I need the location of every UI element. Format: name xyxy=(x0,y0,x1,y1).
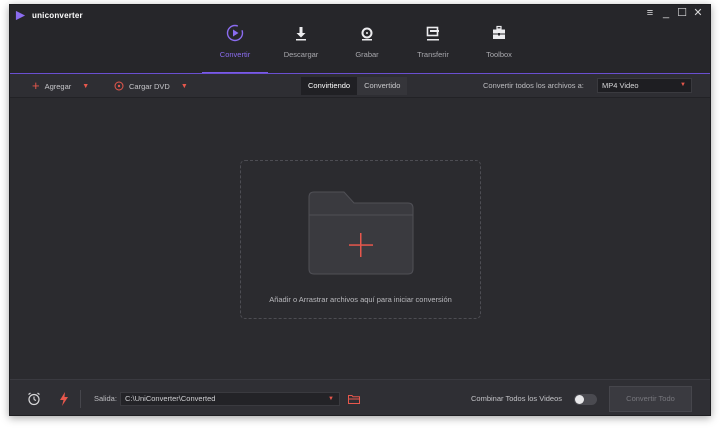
chevron-down-icon[interactable]: ▼ xyxy=(181,83,188,90)
window-controls: ≡ _ ☐ ✕ xyxy=(644,7,704,19)
burn-disc-icon xyxy=(357,23,377,43)
tab-converted[interactable]: Convertido xyxy=(357,77,408,95)
minimize-icon[interactable]: _ xyxy=(660,7,672,19)
output-format-select[interactable]: MP4 Video ▼ xyxy=(597,78,692,93)
lightning-icon[interactable] xyxy=(56,391,72,407)
drop-zone[interactable]: Añadir o Arrastrar archivos aquí para in… xyxy=(240,160,481,319)
alarm-clock-icon[interactable] xyxy=(26,391,42,407)
download-icon xyxy=(291,23,311,43)
nav-label: Grabar xyxy=(355,50,379,59)
merge-videos-toggle[interactable] xyxy=(574,394,597,405)
tab-converting[interactable]: Convirtiendo xyxy=(301,77,358,95)
convert-all-label: Convertir todos los archivos a: xyxy=(483,81,584,90)
file-list-area: Añadir o Arrastrar archivos aquí para in… xyxy=(10,99,710,379)
title-nav-bar: uniconverter ≡ _ ☐ ✕ Convertir Descargar… xyxy=(10,5,710,74)
toolbar: + Agregar ▼ Cargar DVD ▼ Convirtiendo Co… xyxy=(10,74,710,98)
app-name: uniconverter xyxy=(32,11,83,20)
main-nav: Convertir Descargar Grabar Transferir To… xyxy=(202,23,532,74)
load-dvd-button[interactable]: Cargar DVD ▼ xyxy=(114,74,188,98)
convert-icon xyxy=(225,23,245,43)
nav-item-convertir[interactable]: Convertir xyxy=(202,23,268,74)
add-folder-icon[interactable] xyxy=(308,191,414,275)
add-files-button[interactable]: + Agregar ▼ xyxy=(32,74,89,98)
convert-all-button[interactable]: Convertir Todo xyxy=(609,386,692,412)
nav-label: Descargar xyxy=(283,50,319,59)
open-folder-icon[interactable] xyxy=(346,391,362,407)
menu-icon[interactable]: ≡ xyxy=(644,7,656,19)
nav-label: Toolbox xyxy=(486,50,512,59)
output-path-select[interactable]: C:\UniConverter\Converted ▼ xyxy=(120,392,340,406)
nav-item-toolbox[interactable]: Toolbox xyxy=(466,23,532,73)
merge-videos-label: Combinar Todos los Videos xyxy=(471,394,563,403)
brand: uniconverter xyxy=(15,10,83,21)
footer-separator xyxy=(80,390,81,408)
maximize-icon[interactable]: ☐ xyxy=(676,7,688,19)
chevron-down-icon: ▼ xyxy=(680,82,686,88)
toolbox-icon xyxy=(489,23,509,43)
nav-item-transferir[interactable]: Transferir xyxy=(400,23,466,73)
drop-zone-text: Añadir o Arrastrar archivos aquí para in… xyxy=(269,295,452,304)
dvd-icon xyxy=(114,81,124,91)
close-icon[interactable]: ✕ xyxy=(692,7,704,19)
chevron-down-icon[interactable]: ▼ xyxy=(82,83,89,90)
add-files-label: Agregar xyxy=(44,81,72,91)
app-window: uniconverter ≡ _ ☐ ✕ Convertir Descargar… xyxy=(9,4,711,416)
transfer-icon xyxy=(423,23,443,43)
nav-item-grabar[interactable]: Grabar xyxy=(334,23,400,73)
output-path: C:\UniConverter\Converted xyxy=(125,394,216,403)
nav-item-descargar[interactable]: Descargar xyxy=(268,23,334,73)
logo-icon xyxy=(15,10,26,21)
nav-label: Convertir xyxy=(219,50,251,59)
conversion-tabs: Convirtiendo Convertido xyxy=(301,77,408,95)
chevron-down-icon: ▼ xyxy=(328,396,334,402)
load-dvd-label: Cargar DVD xyxy=(129,81,170,91)
plus-icon: + xyxy=(32,78,40,93)
output-label: Salida: xyxy=(94,394,117,403)
format-value: MP4 Video xyxy=(602,81,639,90)
nav-label: Transferir xyxy=(417,50,449,59)
footer-bar: Salida: C:\UniConverter\Converted ▼ Comb… xyxy=(10,379,710,415)
toggle-knob xyxy=(575,395,584,404)
